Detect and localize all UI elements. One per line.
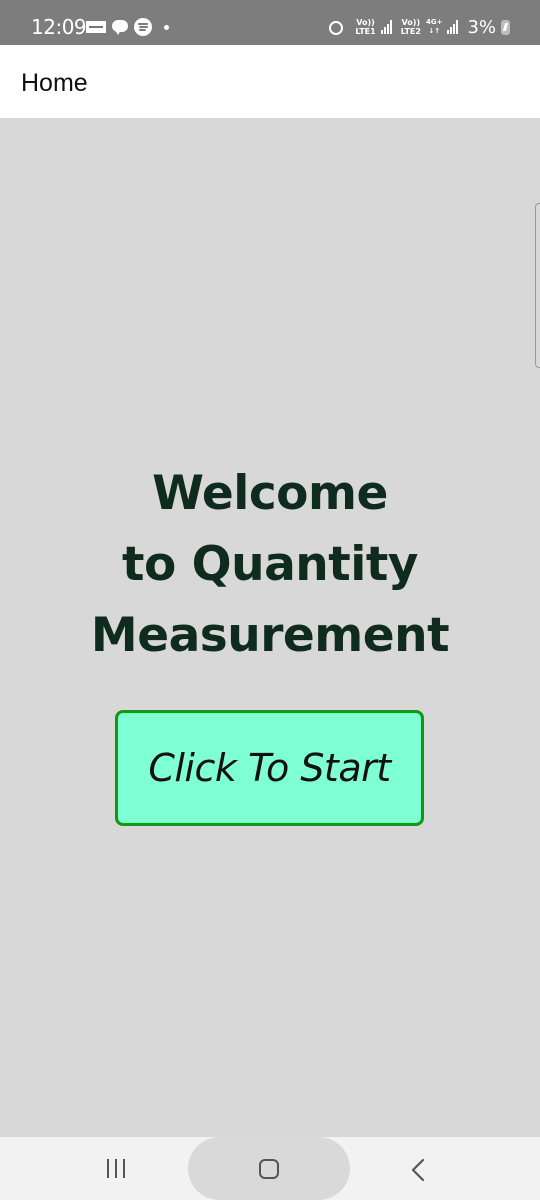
sim2-volte-label: Vo)) [401,18,421,27]
notification-icons [86,16,169,38]
back-icon[interactable] [405,1157,431,1183]
chat-icon [112,20,128,35]
start-button-label: Click To Start [148,746,391,790]
sim2-network-label: Vo)) LTE2 [401,18,421,36]
alarm-icon [328,19,344,35]
network-type-text: 4G+ [425,18,443,26]
battery-charging-icon [501,19,510,35]
more-notifications-dot-icon [164,24,169,30]
sim2-signal-icon [447,20,459,34]
recent-apps-icon[interactable] [98,1159,134,1181]
system-icons: Vo)) LTE1 Vo)) LTE2 4G+ ↓↑ 3% [328,14,510,40]
navigation-bar [0,1137,540,1200]
welcome-line-1: Welcome [152,466,388,521]
welcome-heading: Welcome to Quantity Measurement [0,458,540,671]
start-button[interactable]: Click To Start [115,710,424,826]
sim1-volte-label: Vo)) [356,18,375,27]
news-icon [86,21,106,33]
spotify-icon [134,18,152,36]
sim2-lte-label: LTE2 [400,27,421,36]
battery-percent: 3% [467,16,496,38]
sim1-network-label: Vo)) LTE1 [355,18,375,36]
welcome-line-2: to Quantity [122,537,418,592]
home-icon[interactable] [188,1137,350,1200]
sim1-signal-icon [380,20,392,34]
status-bar: 12:09 Vo)) LTE1 Vo)) LTE2 4G+ ↓↑ 3% [0,0,540,45]
welcome-line-3: Measurement [90,608,450,663]
network-type-label: 4G+ ↓↑ [426,18,442,36]
sim1-lte-label: LTE1 [355,27,376,36]
scroll-indicator[interactable] [535,203,540,368]
status-time: 12:09 [31,15,87,39]
network-activity-arrows: ↓↑ [428,27,441,35]
page-title: Home [21,69,88,97]
